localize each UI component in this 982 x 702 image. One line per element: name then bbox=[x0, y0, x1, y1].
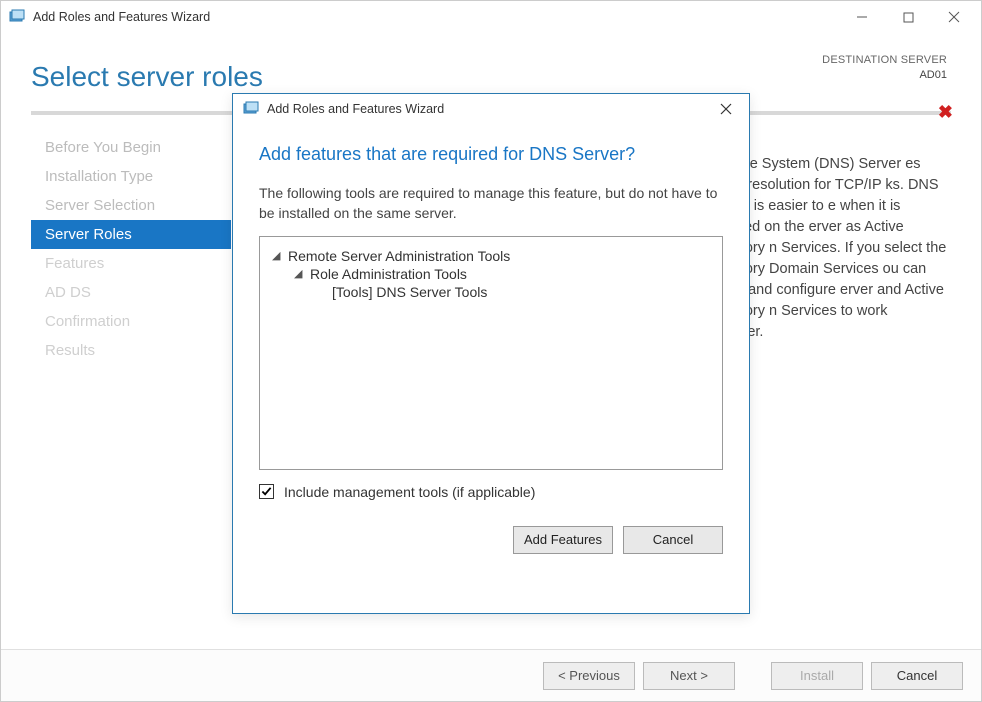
expand-icon[interactable]: ◢ bbox=[272, 249, 284, 262]
sidebar-item-confirmation[interactable]: Confirmation bbox=[31, 307, 231, 336]
destination-server: DESTINATION SERVER AD01 bbox=[822, 53, 947, 83]
page-title: Select server roles bbox=[31, 61, 951, 93]
tree-item[interactable]: [Tools] DNS Server Tools bbox=[316, 283, 710, 301]
minimize-button[interactable] bbox=[839, 2, 885, 32]
titlebar: Add Roles and Features Wizard bbox=[1, 1, 981, 33]
destination-name: AD01 bbox=[822, 68, 947, 83]
tree-item-label: Role Administration Tools bbox=[310, 266, 467, 282]
tree-item[interactable]: ◢ Remote Server Administration Tools bbox=[272, 247, 710, 265]
destination-label: DESTINATION SERVER bbox=[822, 53, 947, 68]
tree-item-label: [Tools] DNS Server Tools bbox=[332, 284, 487, 300]
expand-icon[interactable]: ◢ bbox=[294, 267, 306, 280]
sidebar-item-ad-ds[interactable]: AD DS bbox=[31, 278, 231, 307]
maximize-button[interactable] bbox=[885, 2, 931, 32]
sidebar-item-features[interactable]: Features bbox=[31, 249, 231, 278]
sidebar-item-before-you-begin[interactable]: Before You Begin bbox=[31, 133, 231, 162]
include-tools-label: Include management tools (if applicable) bbox=[284, 484, 535, 500]
tree-item-label: Remote Server Administration Tools bbox=[288, 248, 510, 264]
dialog-app-icon bbox=[243, 101, 259, 117]
close-button[interactable] bbox=[931, 2, 977, 32]
app-icon bbox=[9, 9, 25, 25]
include-tools-checkbox-row[interactable]: Include management tools (if applicable) bbox=[259, 484, 723, 500]
window-title: Add Roles and Features Wizard bbox=[33, 10, 839, 24]
add-features-dialog: Add Roles and Features Wizard Add featur… bbox=[232, 93, 750, 614]
add-features-button[interactable]: Add Features bbox=[513, 526, 613, 554]
features-tree[interactable]: ◢ Remote Server Administration Tools ◢ R… bbox=[259, 236, 723, 470]
wizard-footer: < Previous Next > Install Cancel bbox=[1, 649, 981, 701]
dialog-message: The following tools are required to mana… bbox=[259, 183, 723, 224]
install-button[interactable]: Install bbox=[771, 662, 863, 690]
dialog-titlebar: Add Roles and Features Wizard bbox=[233, 94, 749, 124]
sidebar-item-installation-type[interactable]: Installation Type bbox=[31, 162, 231, 191]
previous-button[interactable]: < Previous bbox=[543, 662, 635, 690]
wizard-steps-sidebar: Before You Begin Installation Type Serve… bbox=[31, 133, 231, 613]
dialog-heading: Add features that are required for DNS S… bbox=[259, 144, 723, 165]
sidebar-item-results[interactable]: Results bbox=[31, 336, 231, 365]
sidebar-item-server-selection[interactable]: Server Selection bbox=[31, 191, 231, 220]
dialog-close-button[interactable] bbox=[709, 97, 743, 121]
cancel-button[interactable]: Cancel bbox=[871, 662, 963, 690]
next-button[interactable]: Next > bbox=[643, 662, 735, 690]
sidebar-item-server-roles[interactable]: Server Roles bbox=[31, 220, 231, 249]
dialog-title: Add Roles and Features Wizard bbox=[267, 102, 709, 116]
include-tools-checkbox[interactable] bbox=[259, 484, 274, 499]
error-icon: ✖ bbox=[938, 102, 953, 123]
tree-item[interactable]: ◢ Role Administration Tools bbox=[294, 265, 710, 283]
dialog-cancel-button[interactable]: Cancel bbox=[623, 526, 723, 554]
